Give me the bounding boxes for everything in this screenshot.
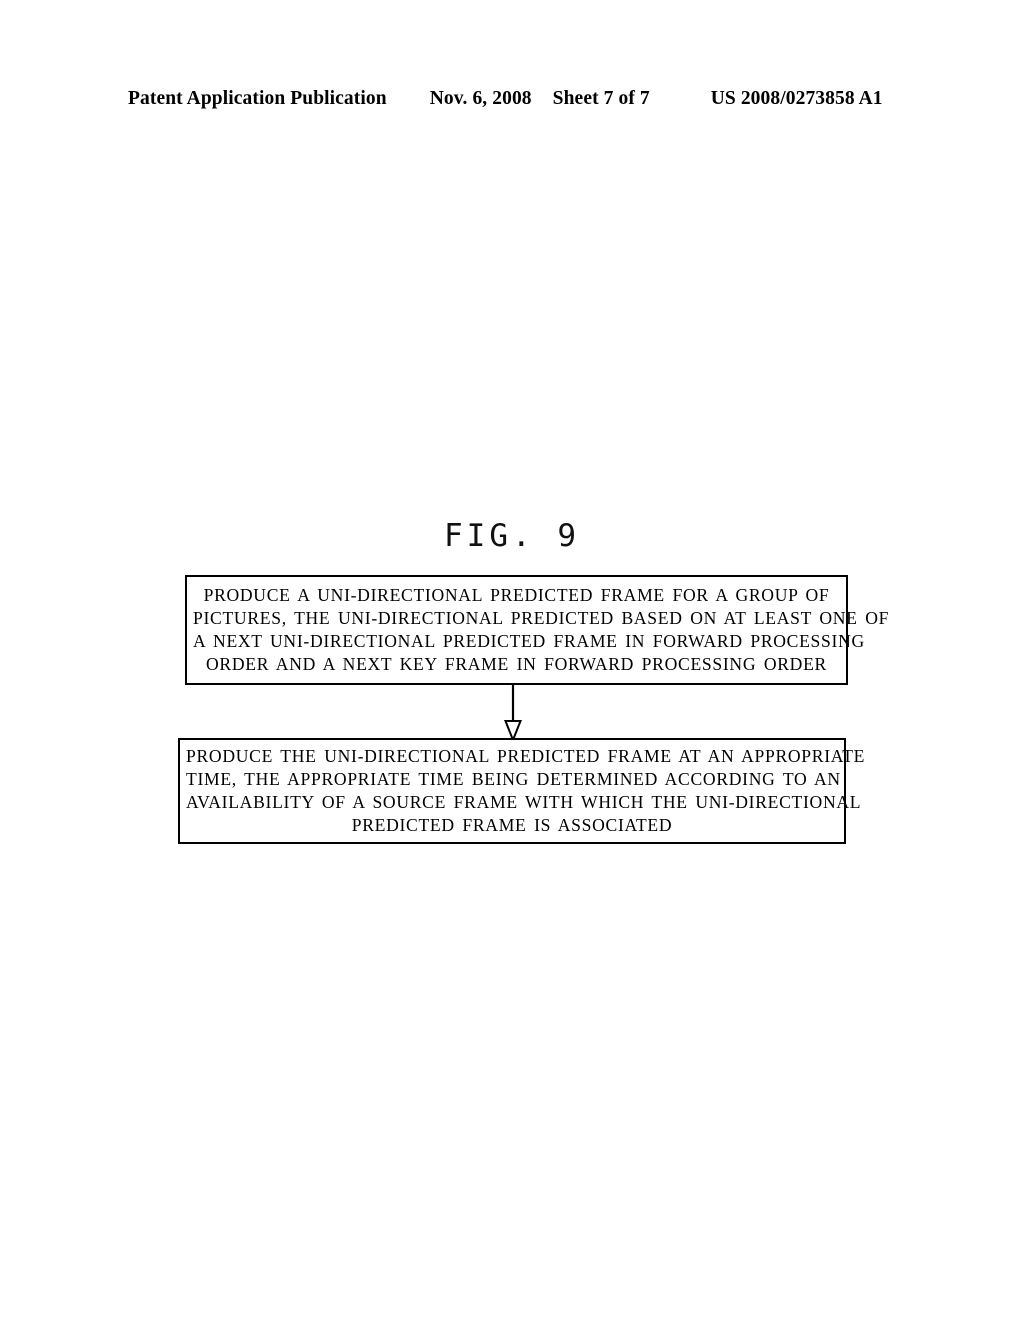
header-patent-number: US 2008/0273858 A1 (710, 88, 883, 109)
patent-figure-page: Patent Application Publication Nov. 6, 2… (0, 0, 1024, 1320)
arrow-down-icon (504, 683, 522, 743)
step-2-line-1: PRODUCE THE UNI-DIRECTIONAL PREDICTED FR… (186, 746, 866, 766)
step-1-line-3: A NEXT UNI-DIRECTIONAL PREDICTED FRAME I… (193, 631, 865, 651)
step-2-line-4: PREDICTED FRAME IS ASSOCIATED (351, 815, 673, 835)
header-date-label: Nov. 6, 2008 (429, 88, 532, 109)
flowchart-step-1: PRODUCE A UNI-DIRECTIONAL PREDICTED FRAM… (185, 575, 890, 685)
step-1-line-1: PRODUCE A UNI-DIRECTIONAL PREDICTED FRAM… (203, 585, 830, 605)
step-2-line-2: TIME, THE APPROPRIATE TIME BEING DETERMI… (186, 769, 841, 789)
step-1-line-2: PICTURES, THE UNI-DIRECTIONAL PREDICTED … (193, 608, 890, 628)
flowchart-step-2: PRODUCE THE UNI-DIRECTIONAL PREDICTED FR… (178, 738, 866, 844)
header-publication-label: Patent Application Publication (128, 88, 387, 109)
flow-connector-arrow (496, 683, 530, 743)
header-sheet-label: Sheet 7 of 7 (552, 88, 650, 109)
page-header: Patent Application Publication Nov. 6, 2… (128, 88, 896, 114)
step-2-line-3: AVAILABILITY OF A SOURCE FRAME WITH WHIC… (186, 792, 862, 812)
figure-title: FIG. 9 (444, 518, 580, 554)
step-1-line-4: ORDER AND A NEXT KEY FRAME IN FORWARD PR… (206, 654, 827, 674)
